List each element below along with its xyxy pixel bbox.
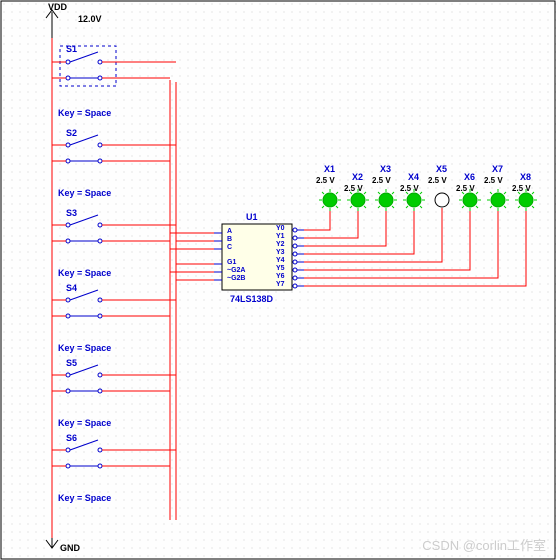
probe-x7-v: 2.5 V: [484, 176, 503, 185]
switch-s5-key: Key = Space: [58, 418, 111, 428]
probe-x7-name: X7: [492, 164, 503, 174]
switch-s1-key: Key = Space: [58, 108, 111, 118]
pin-y5: Y5: [276, 265, 285, 272]
switch-s3-name: S3: [66, 208, 77, 218]
switch-s6-key: Key = Space: [58, 493, 111, 503]
probe-x1-name: X1: [324, 164, 335, 174]
probe-x4-v: 2.5 V: [400, 184, 419, 193]
switch-s4-name: S4: [66, 283, 77, 293]
pin-c: C: [227, 244, 232, 251]
chip-part: 74LS138D: [230, 294, 273, 304]
probe-x3-v: 2.5 V: [372, 176, 391, 185]
switch-s2-name: S2: [66, 128, 77, 138]
probe-x8-name: X8: [520, 172, 531, 182]
schematic-canvas: VDD 12.0V GND S1 Key = Space S2 Key = Sp…: [0, 0, 556, 560]
probe-x6-name: X6: [464, 172, 475, 182]
pin-g1: G1: [227, 259, 236, 266]
switch-s5-name: S5: [66, 358, 77, 368]
gnd-label: GND: [60, 543, 80, 553]
vdd-voltage: 12.0V: [78, 14, 102, 24]
wires-svg: [0, 0, 556, 560]
pin-y0: Y0: [276, 225, 285, 232]
chip-ref: U1: [246, 212, 258, 222]
probe-x2-name: X2: [352, 172, 363, 182]
probe-x2-v: 2.5 V: [344, 184, 363, 193]
probe-x5-v: 2.5 V: [428, 176, 447, 185]
pin-g2a: ~G2A: [227, 267, 245, 274]
switch-s4-key: Key = Space: [58, 343, 111, 353]
pin-a: A: [227, 228, 232, 235]
pin-y2: Y2: [276, 241, 285, 248]
watermark: CSDN @corlin工作室: [422, 535, 546, 554]
pin-y6: Y6: [276, 273, 285, 280]
switch-s1-name: S1: [66, 44, 77, 54]
probe-x4-name: X4: [408, 172, 419, 182]
pin-b: B: [227, 236, 232, 243]
probe-x6-v: 2.5 V: [456, 184, 475, 193]
pin-y1: Y1: [276, 233, 285, 240]
probe-x3-name: X3: [380, 164, 391, 174]
switch-s6-name: S6: [66, 433, 77, 443]
switch-s2-key: Key = Space: [58, 188, 111, 198]
probe-x5-name: X5: [436, 164, 447, 174]
pin-y3: Y3: [276, 249, 285, 256]
pin-g2b: ~G2B: [227, 275, 245, 282]
pin-y7: Y7: [276, 281, 285, 288]
pin-y4: Y4: [276, 257, 285, 264]
probe-x1-v: 2.5 V: [316, 176, 335, 185]
probe-x8-v: 2.5 V: [512, 184, 531, 193]
switch-s3-key: Key = Space: [58, 268, 111, 278]
vdd-label: VDD: [48, 2, 67, 12]
